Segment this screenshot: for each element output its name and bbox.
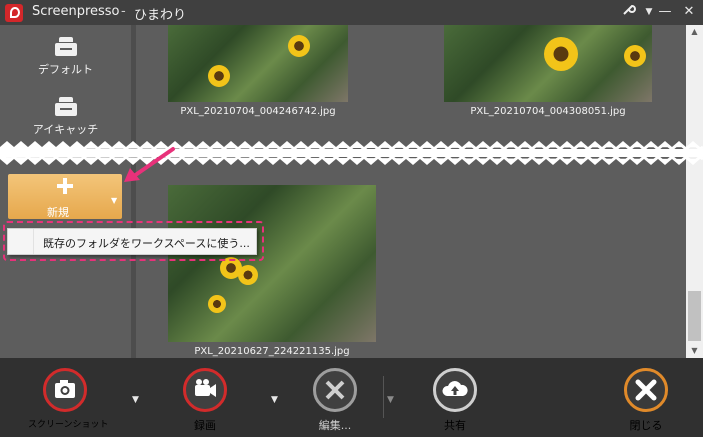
chevron-down-icon[interactable]: ▼ xyxy=(111,196,117,205)
window-title-app: Screenpresso xyxy=(32,4,120,19)
minimize-icon[interactable]: — xyxy=(656,2,674,22)
window-title-separator: - xyxy=(121,4,126,19)
screenshot-options-chevron-down-icon[interactable]: ▼ xyxy=(132,395,139,405)
thumbnail-image[interactable] xyxy=(168,25,348,102)
title-bar: Screenpresso - ひまわり ▼ — ✕ xyxy=(0,0,703,25)
menu-icon-gutter xyxy=(8,229,34,254)
thumbnail-filename: PXL_20210627_224221135.jpg xyxy=(194,346,350,357)
thumbnail-image[interactable] xyxy=(444,25,652,102)
thumbnail-filename: PXL_20210704_004308051.jpg xyxy=(470,106,626,117)
new-workspace-button[interactable]: 新規 ▼ xyxy=(8,174,122,219)
close-icon[interactable]: ✕ xyxy=(680,2,698,22)
workspace-item-label: アイキャッチ xyxy=(32,123,99,136)
workspace-item-default[interactable]: デフォルト xyxy=(0,37,131,77)
settings-wrench-icon[interactable] xyxy=(620,2,638,22)
camera-icon xyxy=(43,368,87,412)
scrollbar-thumb[interactable] xyxy=(688,291,701,341)
torn-edge-divider xyxy=(0,141,703,165)
cloud-upload-icon xyxy=(433,368,477,412)
record-label: 録画 xyxy=(194,419,216,432)
printer-stack-icon xyxy=(54,97,77,117)
thumbnail-image[interactable] xyxy=(168,185,376,342)
record-options-chevron-down-icon[interactable]: ▼ xyxy=(271,395,278,405)
close-label: 閉じる xyxy=(629,419,663,432)
app-window: Screenpresso - ひまわり ▼ — ✕ デフォルト アイキャッチ P… xyxy=(0,0,703,437)
toolbar-separator xyxy=(383,376,384,418)
new-button-label: 新規 xyxy=(47,206,69,219)
plus-icon xyxy=(57,178,73,194)
window-title-workspace: ひまわり xyxy=(134,8,187,23)
vertical-scrollbar[interactable]: ▲ ▼ xyxy=(686,25,703,358)
menu-item-use-existing-folder[interactable]: 既存のフォルダをワークスペースに使う... xyxy=(43,235,250,251)
edit-options-chevron-down-icon[interactable]: ▼ xyxy=(387,395,394,405)
printer-stack-icon xyxy=(54,37,77,57)
new-workspace-dropdown: 既存のフォルダをワークスペースに使う... xyxy=(7,228,257,255)
annotation-arrow-icon xyxy=(124,147,175,182)
screenshot-label: スクリーンショット xyxy=(28,420,109,430)
scroll-down-icon[interactable]: ▼ xyxy=(686,344,703,358)
pencil-ruler-icon xyxy=(313,368,357,412)
video-camera-icon xyxy=(183,368,227,412)
screenpresso-logo-icon xyxy=(5,4,23,22)
workspace-item-label: デフォルト xyxy=(38,63,93,76)
thumbnail-filename: PXL_20210704_004246742.jpg xyxy=(180,106,336,117)
share-label: 共有 xyxy=(444,419,466,432)
edit-label: 編集... xyxy=(318,419,352,432)
scroll-up-icon[interactable]: ▲ xyxy=(686,25,703,39)
bottom-toolbar: スクリーンショット ▼ 録画 ▼ 編集... ▼ 共有 閉じる xyxy=(0,358,703,437)
workspace-item-eyecatch[interactable]: アイキャッチ xyxy=(0,97,131,137)
close-x-icon xyxy=(624,368,668,412)
